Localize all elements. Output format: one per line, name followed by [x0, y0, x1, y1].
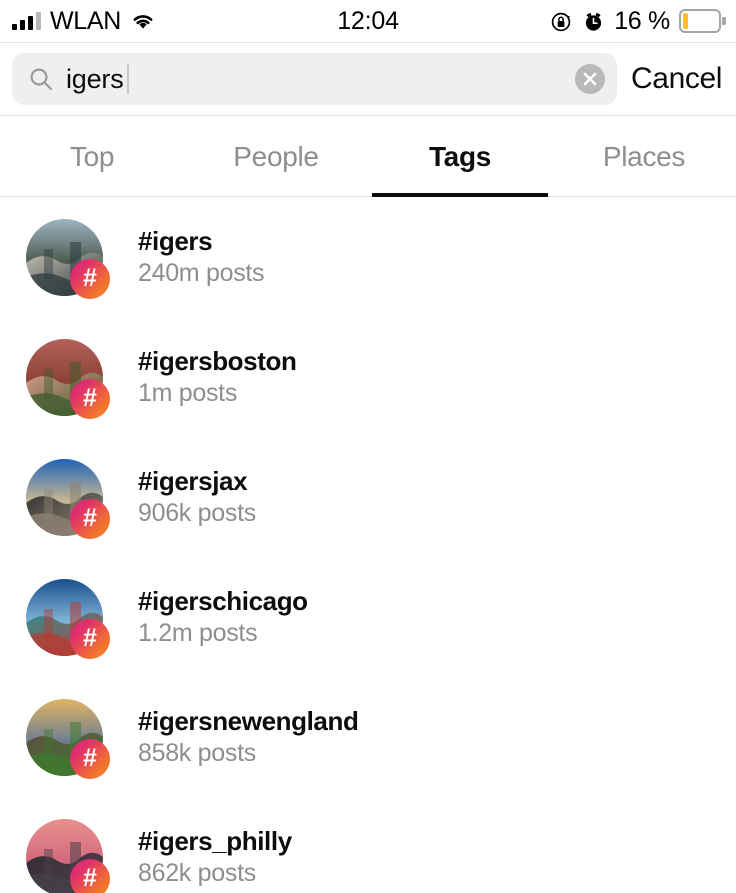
list-item-text: #igerschicago 1.2m posts [138, 588, 308, 646]
tag-name: #igersnewengland [138, 708, 358, 735]
tag-post-count: 1.2m posts [138, 620, 308, 646]
tag-name: #igers_philly [138, 828, 292, 855]
tag-name: #igersboston [138, 348, 296, 375]
hashtag-badge-icon: # [70, 859, 110, 893]
avatar: # [26, 699, 103, 776]
hashtag-badge-icon: # [70, 499, 110, 539]
alarm-clock-icon [582, 10, 605, 33]
battery-percent-label: 16 % [614, 7, 670, 36]
avatar: # [26, 459, 103, 536]
search-bar: igers Cancel [0, 43, 736, 115]
instagram-search-screen: WLAN 12:04 [0, 0, 736, 893]
tab-tags[interactable]: Tags [368, 116, 552, 197]
list-item[interactable]: # #igersboston 1m posts [0, 317, 736, 437]
tag-results-list: # #igers 240m posts # #ig [0, 197, 736, 893]
avatar: # [26, 219, 103, 296]
tag-post-count: 240m posts [138, 260, 264, 286]
cancel-button[interactable]: Cancel [631, 62, 722, 96]
hashtag-badge-icon: # [70, 379, 110, 419]
tag-post-count: 862k posts [138, 860, 292, 886]
list-item[interactable]: # #igers 240m posts [0, 197, 736, 317]
active-tab-underline [372, 193, 548, 197]
avatar: # [26, 579, 103, 656]
list-item[interactable]: # #igersjax 906k posts [0, 437, 736, 557]
tabs-divider [0, 196, 736, 197]
status-bar: WLAN 12:04 [0, 0, 736, 42]
list-item-text: #igersjax 906k posts [138, 468, 256, 526]
tag-post-count: 906k posts [138, 500, 256, 526]
hashtag-badge-icon: # [70, 739, 110, 779]
rotation-lock-icon [550, 10, 573, 33]
tag-name: #igerschicago [138, 588, 308, 615]
avatar: # [26, 339, 103, 416]
tab-top[interactable]: Top [0, 116, 184, 197]
tag-post-count: 1m posts [138, 380, 296, 406]
clear-search-icon[interactable] [575, 64, 605, 94]
search-icon [28, 66, 54, 92]
search-input[interactable]: igers [12, 53, 617, 105]
search-tabs: Top People Tags Places [0, 116, 736, 197]
hashtag-badge-icon: # [70, 619, 110, 659]
list-item-text: #igers_philly 862k posts [138, 828, 292, 886]
tag-name: #igers [138, 228, 264, 255]
list-item[interactable]: # #igers_philly 862k posts [0, 797, 736, 893]
hashtag-badge-icon: # [70, 259, 110, 299]
avatar: # [26, 819, 103, 893]
list-item[interactable]: # #igersnewengland 858k posts [0, 677, 736, 797]
tag-post-count: 858k posts [138, 740, 358, 766]
list-item-text: #igersboston 1m posts [138, 348, 296, 406]
status-bar-right: 16 % [550, 0, 726, 42]
tab-people[interactable]: People [184, 116, 368, 197]
text-cursor [127, 64, 129, 94]
search-query-text: igers [66, 64, 124, 95]
battery-icon [679, 9, 726, 33]
list-item[interactable]: # #igerschicago 1.2m posts [0, 557, 736, 677]
list-item-text: #igersnewengland 858k posts [138, 708, 358, 766]
tag-name: #igersjax [138, 468, 256, 495]
list-item-text: #igers 240m posts [138, 228, 264, 286]
tab-places[interactable]: Places [552, 116, 736, 197]
